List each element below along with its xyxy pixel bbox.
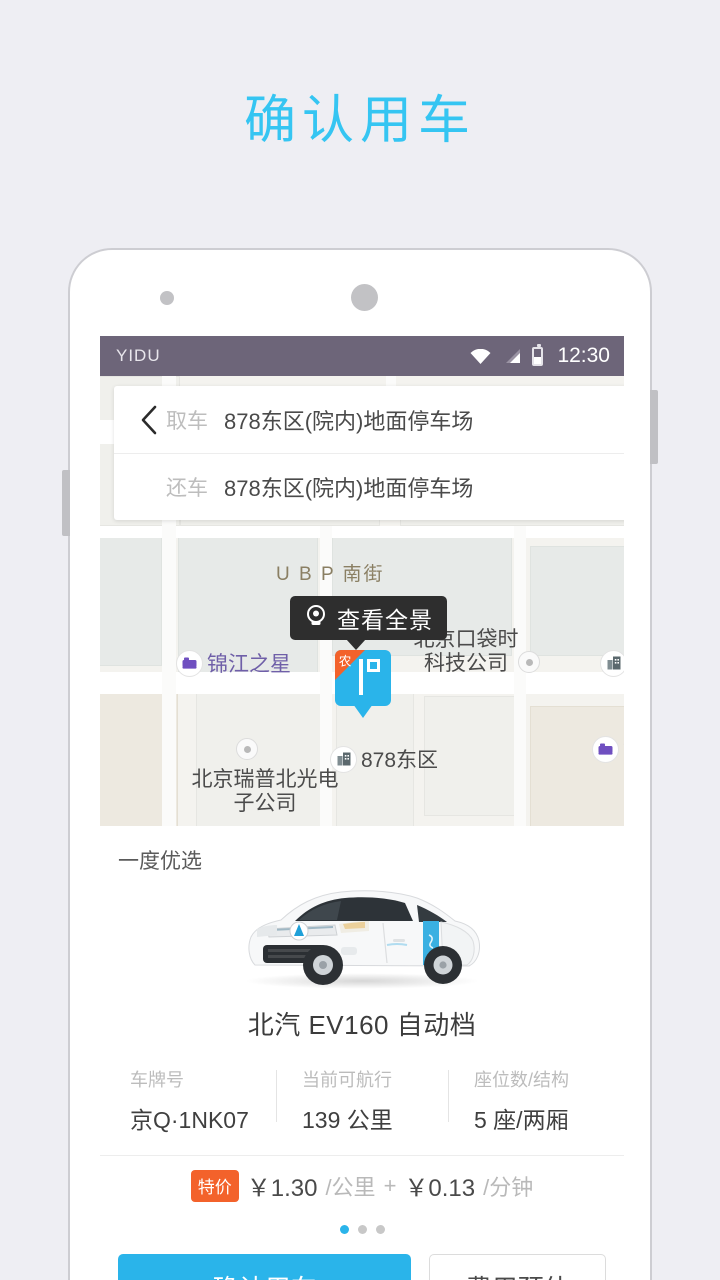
- estimate-cost-button[interactable]: 费用预估: [429, 1254, 606, 1280]
- map-poi-homeinn[interactable]: 如家: [592, 734, 624, 764]
- map-poi-jinjiang[interactable]: 锦江之星: [176, 648, 291, 678]
- confirm-button[interactable]: 确认用车: [118, 1254, 412, 1280]
- spec-plate: 车牌号 京Q·1NK07: [104, 1066, 276, 1135]
- price-row: 特价 ￥1.30 /公里 + ￥0.13 /分钟: [100, 1155, 624, 1215]
- map-poi-marker-dot-2: [518, 651, 540, 673]
- distance-unit: /公里: [325, 1174, 376, 1200]
- phone-screen: YIDU 12:30 U B P 南街 锦江之星 北京口袋时科技公司 878东区…: [100, 336, 624, 1280]
- spec-label: 座位数/结构: [474, 1070, 570, 1090]
- spec-value: 京Q·1NK07: [130, 1107, 249, 1133]
- vehicle-specs: 车牌号 京Q·1NK07 当前可航行 139 公里 座位数/结构 5 座/两厢: [100, 1066, 624, 1155]
- time-rate: ￥0.13: [404, 1175, 476, 1202]
- price-plus: +: [383, 1172, 397, 1198]
- special-price-badge: 特价: [190, 1169, 239, 1202]
- parking-marker-icon: [359, 659, 363, 695]
- panorama-tooltip-label: 查看全景: [337, 607, 433, 633]
- battery-icon: [532, 343, 544, 366]
- time-unit: /分钟: [483, 1174, 534, 1200]
- power-button[interactable]: [650, 390, 658, 464]
- panorama-camera-icon: [304, 604, 328, 633]
- return-row[interactable]: 还车 878东区(院内)地面停车场: [114, 453, 624, 520]
- map-poi-878east[interactable]: 878东区: [330, 744, 438, 774]
- spec-range: 当前可航行 139 公里: [276, 1066, 448, 1135]
- panorama-tooltip-box[interactable]: 查看全景: [290, 596, 447, 640]
- spec-label: 车牌号: [130, 1070, 184, 1090]
- map-poi-xingke[interactable]: 星科大: [600, 648, 624, 678]
- pickup-value: 878东区(院内)地面停车场: [224, 408, 474, 434]
- signal-icon: [502, 348, 521, 364]
- pickup-tag: 取车: [166, 409, 208, 433]
- clock-label: 12:30: [557, 344, 610, 367]
- map-poi-label: 878东区: [361, 749, 439, 772]
- spec-value: 5 座/两厢: [474, 1107, 569, 1133]
- carrier-label: YIDU: [116, 346, 161, 365]
- building-icon: [600, 649, 624, 677]
- wifi-icon: [470, 348, 491, 364]
- pager-dot-1[interactable]: [339, 1225, 349, 1234]
- map-poi-label: 锦江之星: [207, 653, 291, 676]
- page-title: 确认用车: [243, 92, 476, 150]
- pin-corner-glyph: 农: [338, 653, 352, 669]
- carousel-pager[interactable]: [100, 1215, 624, 1234]
- map-poi-marker-dot: [236, 738, 258, 760]
- return-value: 878东区(院内)地面停车场: [224, 476, 474, 501]
- white-electric-car-image: [237, 879, 487, 996]
- map-poi-label: 如家: [623, 734, 624, 764]
- spec-value: 139 公里: [302, 1107, 393, 1133]
- page-root: 确认用车 YIDU 12:30 U B P 南街 锦江之星 北京口袋时科技公司 …: [0, 0, 720, 1280]
- hotel-bed-icon: [592, 735, 619, 763]
- return-tag: 还车: [166, 477, 208, 500]
- hotel-bed-icon: [176, 649, 203, 677]
- vehicle-tag: 一度优选: [118, 850, 202, 873]
- parking-map-pin[interactable]: 农: [335, 650, 391, 718]
- spec-label: 当前可航行: [302, 1070, 392, 1090]
- distance-rate: ￥1.30: [246, 1175, 318, 1202]
- pickup-row[interactable]: 取车 878东区(院内)地面停车场: [114, 386, 624, 453]
- back-chevron-icon[interactable]: [132, 405, 166, 435]
- vehicle-name: 北汽 EV160 自动档: [247, 1010, 477, 1040]
- vehicle-image: [100, 877, 624, 995]
- action-bar: 确认用车 费用预估: [100, 1234, 624, 1280]
- map-poi-ruipu: 北京瑞普北光电子公司: [191, 768, 339, 815]
- status-bar: YIDU 12:30: [100, 336, 624, 376]
- earpiece-speaker-icon: [351, 284, 378, 311]
- pager-dot-2[interactable]: [357, 1225, 367, 1234]
- tooltip-pointer-icon: [346, 639, 366, 650]
- pin-tail: [353, 704, 373, 718]
- pager-dot-3[interactable]: [375, 1225, 385, 1234]
- panorama-tooltip[interactable]: 查看全景: [290, 596, 447, 650]
- map-street-label: U B P 南街: [276, 564, 385, 585]
- parking-marker-flag-icon: [367, 659, 380, 672]
- volume-button[interactable]: [62, 470, 70, 536]
- vehicle-card: 一度优选 北汽 EV160 自动档 车牌号 京Q·1NK07 当前可航行 139…: [100, 826, 624, 1280]
- status-icons: 12:30: [470, 343, 610, 368]
- spec-seats: 座位数/结构 5 座/两厢: [448, 1066, 620, 1135]
- front-camera-icon: [160, 291, 174, 305]
- location-card: 取车 878东区(院内)地面停车场 还车 878东区(院内)地面停车场: [114, 386, 624, 520]
- pin-body: 农: [335, 650, 391, 706]
